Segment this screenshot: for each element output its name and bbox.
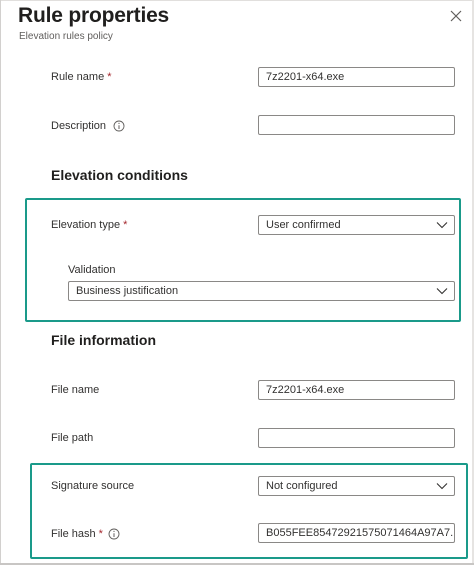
signature-source-value: Not configured [266,480,338,492]
chevron-down-icon [436,483,448,490]
rule-name-label-text: Rule name [51,71,105,83]
file-name-label: File name [51,384,100,396]
elevation-type-label: Elevation type * [51,219,127,231]
file-hash-value: B055FEE85472921575071464A97A7... [266,527,455,539]
elevation-type-dropdown[interactable]: User confirmed [258,215,455,235]
info-icon[interactable] [108,528,120,540]
close-button[interactable] [447,7,465,25]
file-information-heading: File information [51,332,156,348]
rule-name-value: 7z2201-x64.exe [266,71,345,83]
validation-dropdown[interactable]: Business justification [68,281,455,301]
elevation-type-value: User confirmed [266,219,341,231]
validation-label: Validation [68,264,116,276]
file-name-value: 7z2201-x64.exe [266,384,345,396]
required-marker: * [107,71,112,83]
rule-name-input[interactable]: 7z2201-x64.exe [258,67,455,87]
info-icon[interactable] [113,120,125,132]
signature-source-dropdown[interactable]: Not configured [258,476,455,496]
elevation-type-label-text: Elevation type [51,219,121,231]
rule-name-label: Rule name * [51,71,111,83]
file-name-input[interactable]: 7z2201-x64.exe [258,380,455,400]
required-marker: * [123,219,128,231]
signature-source-label: Signature source [51,480,135,492]
file-hash-input[interactable]: B055FEE85472921575071464A97A7... [258,523,455,543]
description-label: Description [51,120,107,132]
file-path-label: File path [51,432,94,444]
file-path-input[interactable] [258,428,455,448]
panel-title: Rule properties [18,4,170,27]
close-icon [450,10,462,22]
validation-value: Business justification [76,285,179,297]
chevron-down-icon [436,222,448,229]
panel-subtitle: Elevation rules policy [19,31,113,42]
file-hash-label-text: File hash [51,528,96,540]
elevation-conditions-heading: Elevation conditions [51,167,188,183]
required-marker: * [98,528,103,540]
top-edge [0,0,474,1]
file-hash-label: File hash * [51,528,103,540]
left-edge [0,0,1,565]
description-input[interactable] [258,115,455,135]
chevron-down-icon [436,288,448,295]
